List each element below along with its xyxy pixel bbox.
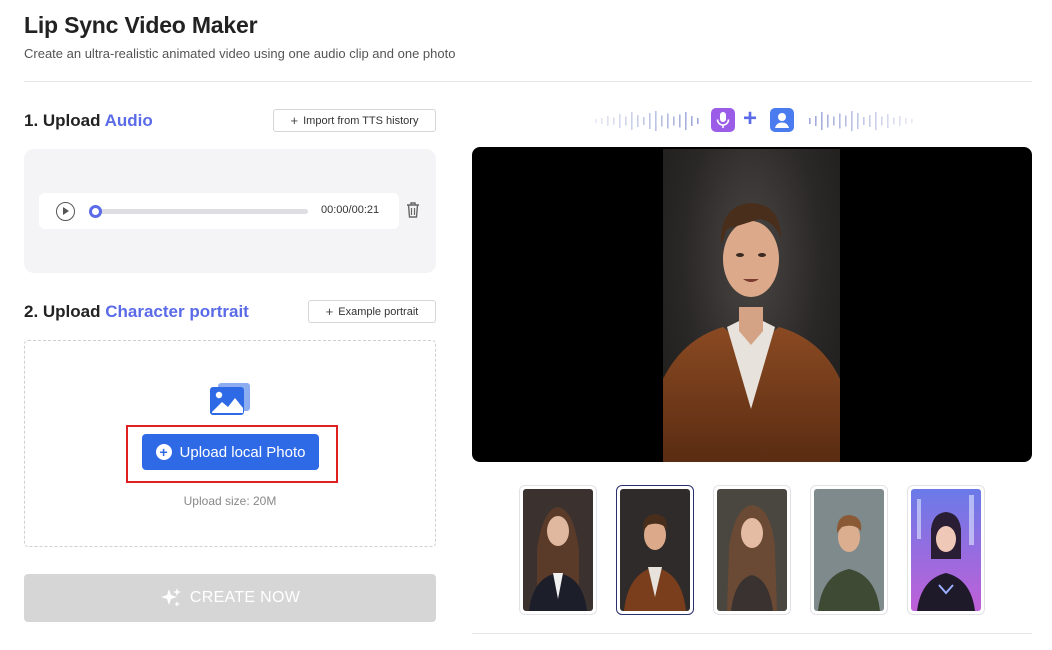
audio-title-prefix: 1. Upload: [24, 111, 105, 130]
thumbnail-image: [717, 489, 787, 611]
upload-local-photo-button[interactable]: + Upload local Photo: [142, 434, 319, 470]
trash-icon[interactable]: [405, 201, 421, 219]
progress-knob[interactable]: [89, 205, 102, 218]
wave-bar: [625, 116, 627, 126]
wave-bar: [893, 117, 895, 125]
plus-icon: +: [743, 105, 758, 132]
progress-track[interactable]: [89, 205, 308, 218]
create-now-label: CREATE NOW: [189, 589, 301, 606]
preview-portrait-image: [663, 203, 840, 462]
audio-title-accent: Audio: [104, 111, 153, 130]
wave-bar: [643, 117, 645, 125]
thumbnail-image: [523, 489, 593, 611]
wave-bar: [655, 111, 657, 131]
wave-bar: [911, 119, 913, 123]
wave-bar: [613, 117, 615, 125]
wave-bar: [875, 112, 877, 130]
video-frame: [663, 149, 840, 462]
thumbnail-woman-suit[interactable]: [519, 485, 597, 615]
wave-bar: [899, 116, 901, 126]
thumbnail-image: [814, 489, 884, 611]
import-tts-history-label: Import from TTS history: [303, 114, 419, 127]
plus-icon: +: [325, 304, 334, 319]
wave-bar: [661, 115, 663, 127]
portrait-drop-zone[interactable]: + Upload local Photo Upload size: 20M: [24, 340, 436, 547]
wave-bar: [607, 116, 609, 126]
duration: 00:21: [351, 204, 380, 216]
sparkle-icon: [160, 588, 181, 607]
wave-bar: [845, 115, 847, 127]
wave-bar: [691, 116, 693, 126]
wave-bar: [863, 117, 865, 125]
wave-bar: [869, 115, 871, 127]
current-time: 00:00: [321, 204, 349, 216]
create-now-button[interactable]: CREATE NOW: [24, 574, 436, 622]
plus-circle-icon: +: [155, 444, 172, 460]
wave-bar: [857, 113, 859, 129]
upload-local-photo-label: Upload local Photo: [179, 443, 306, 461]
wave-bar: [827, 114, 829, 128]
wave-bar: [851, 111, 853, 131]
wave-bar: [685, 112, 687, 130]
upload-size-note: Upload size: 20M: [183, 494, 277, 508]
wave-bar: [697, 118, 699, 124]
audio-panel: 00:00/00:21: [24, 149, 436, 273]
wave-bar: [667, 113, 669, 129]
wave-bar: [631, 112, 633, 130]
image-upload-icon: [210, 383, 250, 415]
wave-bar: [637, 115, 639, 127]
wave-bar: [679, 114, 681, 128]
portrait-section-title: 2. Upload Character portrait: [24, 302, 249, 322]
wave-bar: [839, 113, 841, 129]
top-divider: [24, 81, 1032, 82]
thumbnail-man-green-shirt[interactable]: [810, 485, 888, 615]
thumbnail-woman-long-hair[interactable]: [713, 485, 791, 615]
thumbnail-image: [911, 489, 981, 611]
thumbnail-image: [620, 489, 690, 611]
wave-bar: [815, 116, 817, 126]
wave-bar: [649, 113, 651, 129]
audio-player: 00:00/00:21: [39, 193, 399, 229]
portrait-title-accent: Character portrait: [105, 302, 249, 321]
portrait-title-prefix: 2. Upload: [24, 302, 106, 321]
video-preview[interactable]: [472, 147, 1032, 462]
thumbnail-cyber-girl[interactable]: [907, 485, 985, 615]
play-icon[interactable]: [56, 202, 75, 221]
wave-bar: [887, 114, 889, 128]
import-tts-history-button[interactable]: + Import from TTS history: [273, 109, 436, 132]
bottom-divider: [472, 633, 1032, 634]
microphone-icon: [711, 108, 735, 132]
wave-bar: [601, 118, 603, 124]
plus-icon: +: [290, 113, 299, 128]
wave-bar: [833, 116, 835, 126]
wave-bar: [881, 116, 883, 126]
wave-bar: [809, 118, 811, 124]
wave-bar: [673, 116, 675, 126]
person-icon: [770, 108, 794, 132]
page-title: Lip Sync Video Maker: [24, 12, 258, 38]
wave-bar: [821, 112, 823, 130]
wave-bar: [595, 119, 597, 123]
thumbnail-man-brown-blazer[interactable]: [616, 485, 694, 615]
wave-bar: [905, 118, 907, 124]
example-portrait-button[interactable]: + Example portrait: [308, 300, 436, 323]
page-subtitle: Create an ultra-realistic animated video…: [24, 46, 456, 61]
audio-section-title: 1. Upload Audio: [24, 111, 153, 131]
time-readout: 00:00/00:21: [321, 204, 380, 216]
wave-bar: [619, 114, 621, 128]
example-portrait-label: Example portrait: [338, 305, 419, 318]
